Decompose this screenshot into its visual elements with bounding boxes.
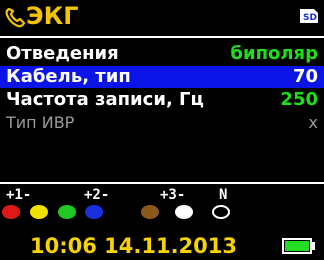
menu-item-label: Частота записи, Гц bbox=[6, 89, 204, 110]
electrode-dot-black bbox=[212, 205, 230, 219]
electrode-labels: +1- +2- +3- N bbox=[0, 186, 324, 204]
phone-icon bbox=[5, 7, 26, 28]
electrode-label-3: +3- bbox=[160, 187, 186, 203]
battery-level-fill bbox=[285, 241, 309, 251]
legend-divider bbox=[0, 182, 324, 184]
battery-tip bbox=[312, 242, 315, 250]
electrode-dots bbox=[0, 205, 324, 221]
battery-icon bbox=[282, 238, 312, 254]
menu-item-value: 70 bbox=[292, 66, 318, 87]
menu-item-label: Кабель, тип bbox=[6, 66, 131, 87]
header-bar: ЭКГ SD bbox=[0, 0, 324, 34]
menu-item-value: 250 bbox=[280, 89, 318, 110]
electrode-dot-yellow bbox=[30, 205, 48, 219]
sd-label: SD bbox=[303, 13, 317, 23]
menu-item-sample-rate[interactable]: Частота записи, Гц 250 bbox=[0, 89, 324, 111]
menu-item-leads[interactable]: Отведения биполяр bbox=[0, 43, 324, 65]
menu-item-value: x bbox=[308, 113, 318, 132]
header-divider bbox=[0, 36, 324, 38]
status-bar: 10:06 14.11.2013 bbox=[0, 232, 324, 260]
page-title: ЭКГ bbox=[26, 2, 79, 30]
electrode-label-n: N bbox=[219, 187, 228, 203]
sd-card-icon: SD bbox=[300, 9, 318, 23]
electrode-dot-green bbox=[58, 205, 76, 219]
menu-item-label: Тип ИВР bbox=[6, 113, 75, 132]
menu-item-value: биполяр bbox=[230, 43, 318, 64]
electrode-dot-red bbox=[2, 205, 20, 219]
electrode-label-2: +2- bbox=[84, 187, 110, 203]
menu-item-cable-type[interactable]: Кабель, тип 70 bbox=[0, 66, 324, 88]
date-time: 10:06 14.11.2013 bbox=[30, 234, 238, 258]
electrode-dot-blue bbox=[85, 205, 103, 219]
electrode-label-1: +1- bbox=[6, 187, 32, 203]
ecg-screen: ЭКГ SD Отведения биполяр Кабель, тип 70 … bbox=[0, 0, 324, 260]
electrode-dot-brown bbox=[141, 205, 159, 219]
electrode-dot-white bbox=[175, 205, 193, 219]
menu-item-ivr-type: Тип ИВР x bbox=[0, 112, 324, 134]
menu-item-label: Отведения bbox=[6, 43, 119, 64]
